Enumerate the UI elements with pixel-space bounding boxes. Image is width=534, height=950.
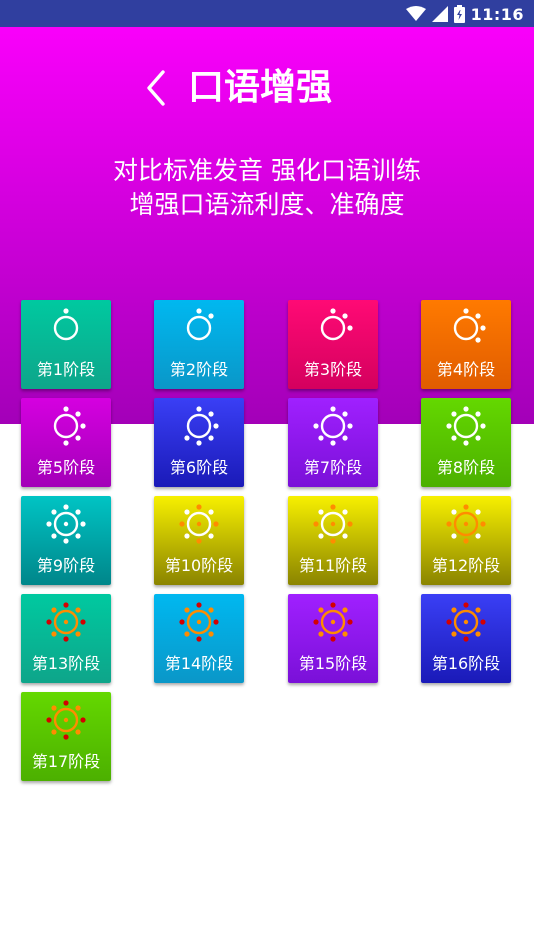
stage-label: 第12阶段: [431, 556, 501, 575]
title-bar: 口语增强: [0, 58, 534, 118]
sun-icon: [446, 602, 486, 642]
stage-tile-17[interactable]: 第17阶段: [21, 692, 111, 781]
sun-icon: [446, 406, 486, 446]
stage-label: 第16阶段: [431, 654, 501, 673]
stage-label: 第14阶段: [164, 654, 234, 673]
sun-icon: [313, 406, 353, 446]
sun-icon: [46, 700, 86, 740]
stage-tile-8[interactable]: 第8阶段: [421, 398, 511, 487]
stage-tile-13[interactable]: 第13阶段: [21, 594, 111, 683]
stage-tile-6[interactable]: 第6阶段: [154, 398, 244, 487]
stage-label: 第6阶段: [169, 458, 229, 477]
stage-tile-15[interactable]: 第15阶段: [288, 594, 378, 683]
stage-tile-5[interactable]: 第5阶段: [21, 398, 111, 487]
stage-label: 第11阶段: [298, 556, 368, 575]
status-time: 11:16: [470, 4, 524, 24]
stage-tile-11[interactable]: 第11阶段: [288, 496, 378, 585]
subtitle-line-2: 增强口语流利度、准确度: [129, 190, 405, 219]
stage-tile-9[interactable]: 第9阶段: [21, 496, 111, 585]
sun-icon: [53, 406, 86, 446]
sun-icon: [320, 308, 353, 341]
stage-label: 第13阶段: [31, 654, 101, 673]
sun-icon: [46, 504, 86, 544]
wifi-icon: [405, 6, 426, 21]
stage-label: 第4阶段: [436, 360, 496, 379]
stage-label: 第7阶段: [303, 458, 363, 477]
stage-tile-2[interactable]: 第2阶段: [154, 300, 244, 389]
chevron-left-icon: [147, 70, 165, 106]
stage-tile-1[interactable]: 第1阶段: [21, 300, 111, 389]
page-title: 口语增强: [188, 67, 333, 108]
stage-label: 第10阶段: [164, 556, 234, 575]
battery-icon: [453, 5, 465, 23]
stage-tile-14[interactable]: 第14阶段: [154, 594, 244, 683]
back-button[interactable]: [138, 64, 174, 112]
stage-tile-16[interactable]: 第16阶段: [421, 594, 511, 683]
stage-label: 第17阶段: [31, 752, 101, 771]
sun-icon: [446, 504, 486, 544]
sun-icon: [184, 406, 219, 446]
sun-icon: [313, 602, 353, 642]
stage-label: 第2阶段: [169, 360, 229, 379]
stage-label: 第15阶段: [298, 654, 368, 673]
stage-tile-4[interactable]: 第4阶段: [421, 300, 511, 389]
sun-icon: [46, 602, 86, 642]
sun-icon: [186, 308, 214, 341]
stage-label: 第5阶段: [36, 458, 96, 477]
sun-icon: [179, 602, 219, 642]
stage-label: 第3阶段: [303, 360, 363, 379]
status-bar: 11:16: [0, 0, 534, 27]
sun-icon: [179, 504, 219, 544]
stage-label: 第9阶段: [36, 556, 96, 575]
stage-label: 第8阶段: [436, 458, 496, 477]
subtitle-line-1: 对比标准发音 强化口语训练: [113, 156, 421, 185]
stage-tile-12[interactable]: 第12阶段: [421, 496, 511, 585]
sun-icon: [453, 308, 486, 343]
stage-tile-3[interactable]: 第3阶段: [288, 300, 378, 389]
stage-label: 第1阶段: [36, 360, 96, 379]
stage-tile-10[interactable]: 第10阶段: [154, 496, 244, 585]
signal-icon: [431, 6, 448, 22]
stage-tile-7[interactable]: 第7阶段: [288, 398, 378, 487]
sun-icon: [313, 504, 353, 544]
sun-icon: [53, 308, 79, 341]
